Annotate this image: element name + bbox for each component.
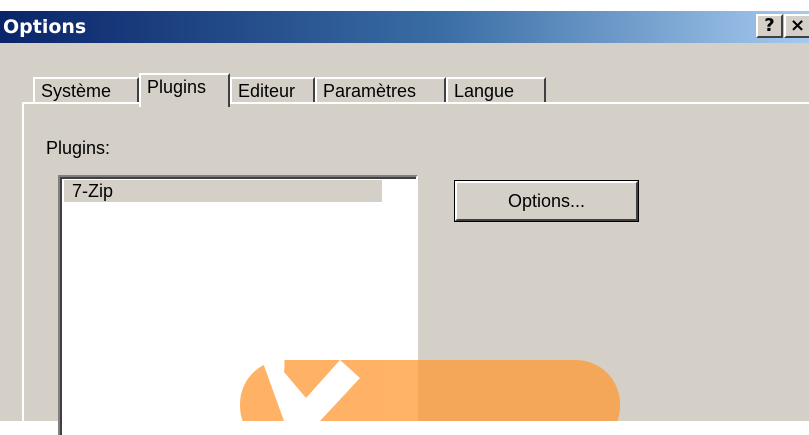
tab-systeme[interactable]: Système	[33, 77, 139, 103]
title-bar[interactable]: Options ? ×	[0, 11, 809, 43]
plugins-label: Plugins:	[46, 138, 111, 158]
tab-parametres[interactable]: Paramètres	[315, 77, 446, 103]
close-button[interactable]: ×	[784, 14, 809, 38]
plugin-options-button-label: Options...	[455, 181, 638, 221]
tab-editeur[interactable]: Editeur	[230, 77, 315, 103]
list-item-7zip[interactable]: 7-Zip	[64, 180, 382, 202]
window-title: Options	[3, 16, 87, 38]
tab-plugins[interactable]: Plugins	[139, 73, 230, 107]
listbox-frame: 7-Zip	[60, 177, 416, 435]
help-button[interactable]: ?	[756, 14, 783, 38]
tab-strip: Système Plugins Editeur Paramètres Langu…	[0, 43, 809, 107]
plugins-listbox[interactable]: 7-Zip	[58, 175, 418, 435]
tab-langue[interactable]: Langue	[446, 77, 546, 103]
plugin-options-button[interactable]: Options...	[454, 180, 639, 222]
